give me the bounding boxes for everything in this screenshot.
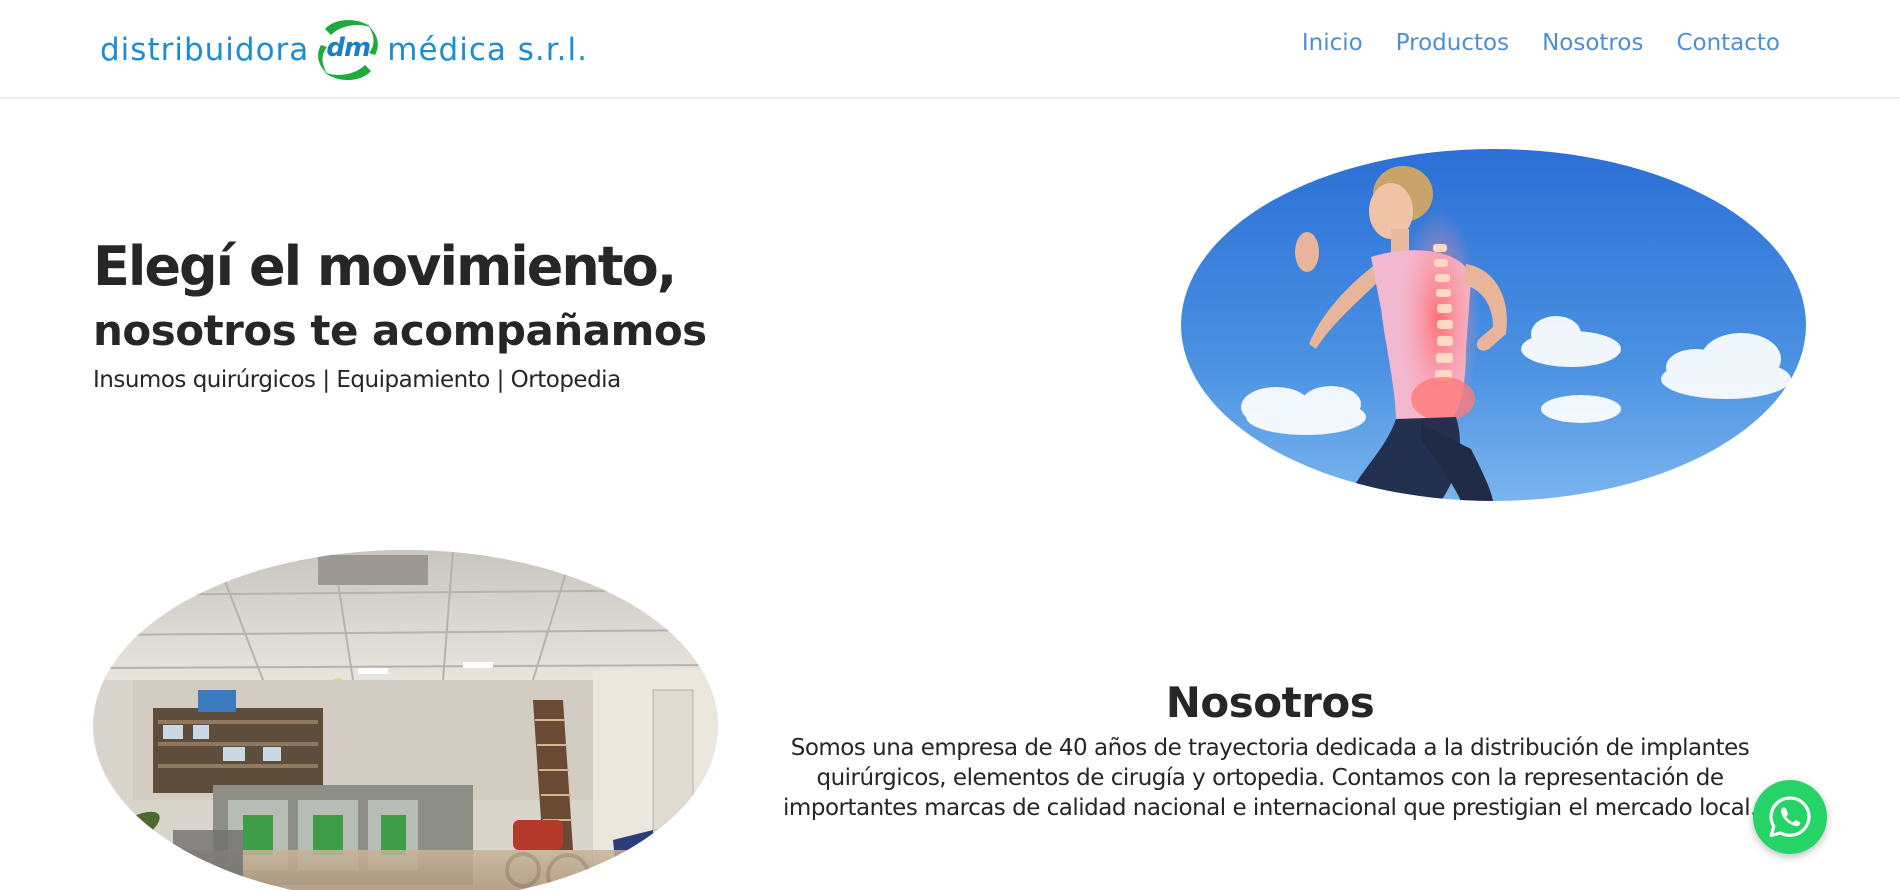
nav-item-nosotros[interactable]: Nosotros [1542, 30, 1643, 56]
whatsapp-icon [1769, 796, 1811, 838]
brand-name-right: médica s.r.l. [387, 32, 588, 68]
hero-section: Elegí el movimiento, nosotros te acompañ… [93, 232, 793, 396]
nav-item-inicio[interactable]: Inicio [1302, 30, 1363, 56]
brand-logo[interactable]: distribuidora dm médica s.r.l. [100, 10, 588, 90]
brand-name-left: distribuidora [100, 32, 310, 68]
hero-runner-image [1181, 149, 1806, 501]
about-text: Somos una empresa de 40 años de trayecto… [783, 735, 1757, 821]
store-interior-photo [93, 550, 718, 890]
nav-item-productos[interactable]: Productos [1396, 30, 1509, 56]
store-interior-image [93, 550, 718, 890]
hero-title: Elegí el movimiento, [93, 235, 677, 298]
hero-subtitle: nosotros te acompañamos [93, 306, 707, 355]
page: distribuidora dm médica s.r.l. Inicio Pr… [0, 0, 1900, 890]
about-section: Nosotros Somos una empresa de 40 años de… [760, 673, 1780, 823]
main-nav: Inicio Productos Nosotros Contacto [1302, 30, 1780, 56]
site-header: distribuidora dm médica s.r.l. Inicio Pr… [0, 0, 1900, 98]
nav-item-contacto[interactable]: Contacto [1676, 30, 1780, 56]
hero-tagline: Insumos quirúrgicos | Equipamiento | Ort… [93, 367, 621, 393]
about-title: Nosotros [1165, 678, 1375, 727]
brand-mark: dm [326, 33, 371, 63]
whatsapp-button[interactable] [1753, 780, 1827, 854]
runner-spine-photo [1181, 149, 1806, 501]
logo-emblem-icon: dm [313, 15, 383, 85]
